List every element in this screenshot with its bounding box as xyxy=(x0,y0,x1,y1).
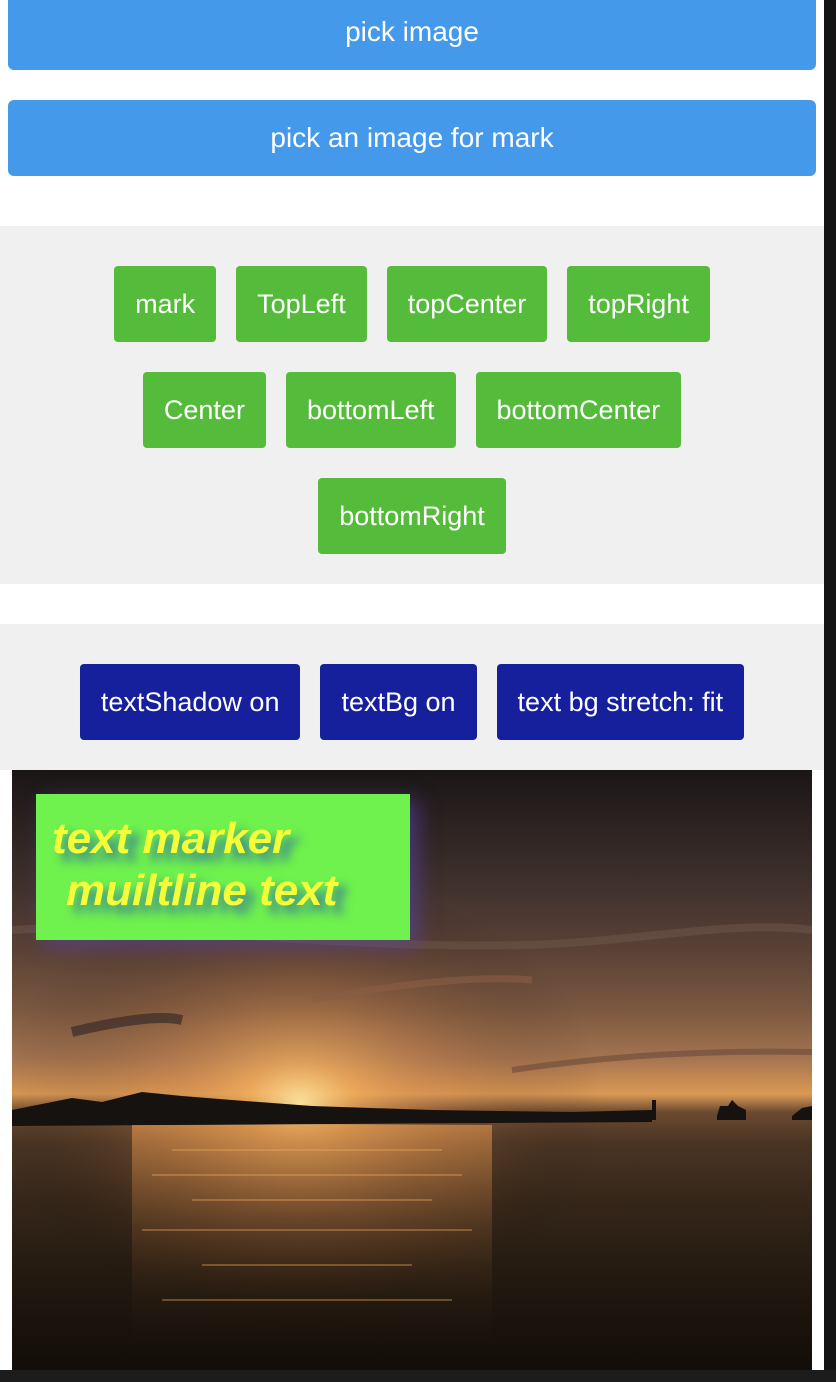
text-marker-overlay: text marker muiltline text xyxy=(36,794,410,940)
app-screen: pick image pick an image for mark mark T… xyxy=(0,0,824,1370)
device-frame-bottom xyxy=(0,1370,836,1382)
bottom-center-button[interactable]: bottomCenter xyxy=(475,372,682,448)
bottom-right-button[interactable]: bottomRight xyxy=(318,478,506,554)
top-right-button[interactable]: topRight xyxy=(567,266,710,342)
marker-text-line-2: muiltline text xyxy=(66,866,338,915)
top-left-button[interactable]: TopLeft xyxy=(236,266,367,342)
text-shadow-toggle[interactable]: textShadow on xyxy=(79,664,301,740)
position-row-1: mark TopLeft topCenter topRight xyxy=(0,266,824,342)
marked-image-preview: text marker muiltline text xyxy=(12,770,812,1370)
mark-button[interactable]: mark xyxy=(114,266,217,342)
position-options-panel: mark TopLeft topCenter topRight Center b… xyxy=(0,226,824,584)
center-button[interactable]: Center xyxy=(142,372,266,448)
text-bg-toggle[interactable]: textBg on xyxy=(320,664,477,740)
position-row-2: Center bottomLeft bottomCenter xyxy=(0,372,824,448)
marker-text-line-1: text marker xyxy=(52,814,290,863)
pick-image-button[interactable]: pick image xyxy=(8,0,816,70)
position-row-3: bottomRight xyxy=(0,478,824,554)
pick-mark-image-button[interactable]: pick an image for mark xyxy=(8,100,816,176)
top-center-button[interactable]: topCenter xyxy=(386,266,548,342)
device-frame-right xyxy=(824,0,836,1382)
text-bg-stretch-button[interactable]: text bg stretch: fit xyxy=(496,664,745,740)
text-options-panel: textShadow on textBg on text bg stretch:… xyxy=(0,624,824,770)
bottom-left-button[interactable]: bottomLeft xyxy=(285,372,456,448)
text-options-row: textShadow on textBg on text bg stretch:… xyxy=(0,664,824,740)
